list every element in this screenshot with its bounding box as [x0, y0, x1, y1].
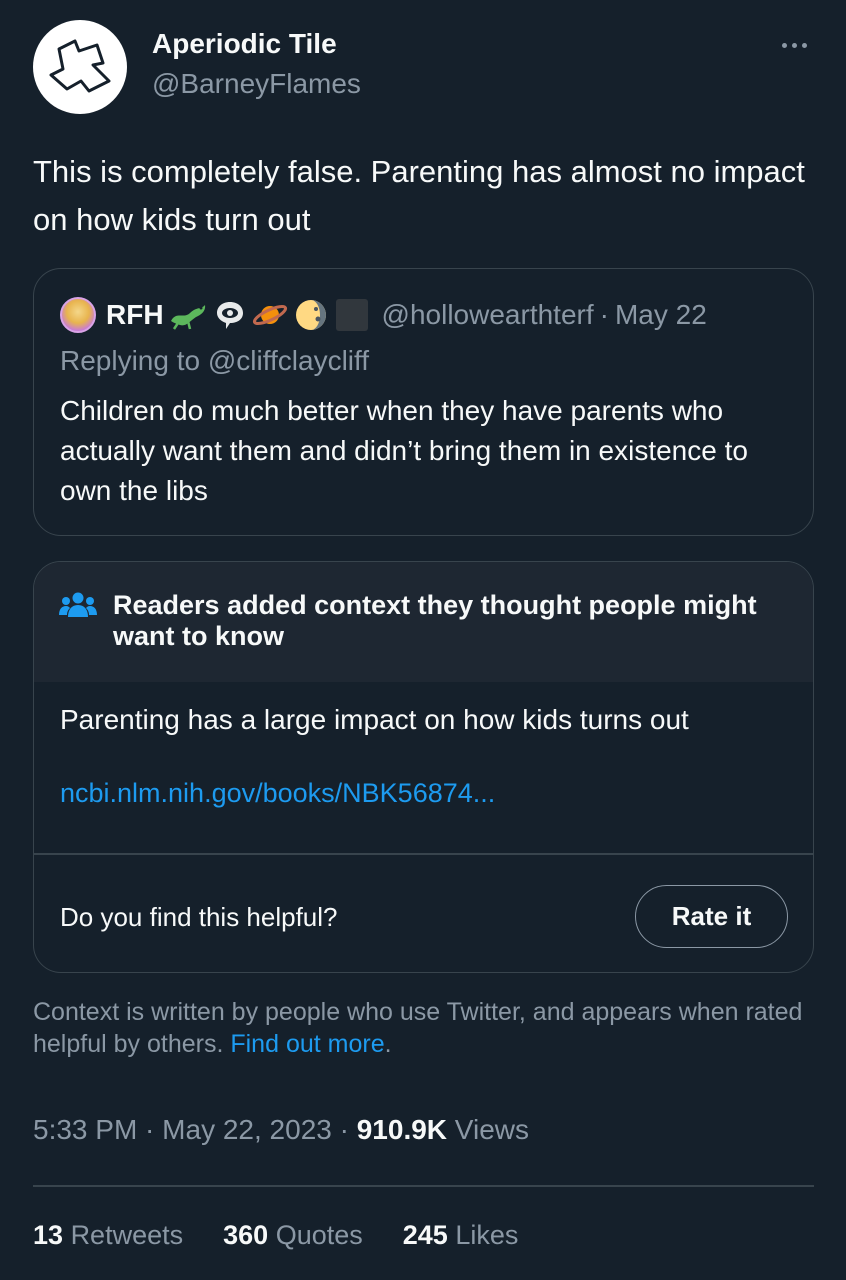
- tweet-time[interactable]: 5:33 PM: [33, 1114, 137, 1145]
- find-out-more-link[interactable]: Find out more: [230, 1030, 384, 1058]
- community-note-card: Readers added context they thought peopl…: [33, 561, 814, 973]
- likes-count: 245: [402, 1220, 448, 1250]
- community-note-body: Parenting has a large impact on how kids…: [34, 682, 813, 854]
- moon-emoji-icon: [295, 300, 326, 330]
- more-options-button[interactable]: [772, 30, 816, 60]
- views-count: 910.9K: [356, 1114, 448, 1145]
- context-info-text: Context is written by people who use Twi…: [33, 996, 823, 1060]
- quotes-label: Quotes: [275, 1220, 363, 1250]
- stats-divider: [33, 1185, 814, 1187]
- author-handle[interactable]: @BarneyFlames: [152, 68, 361, 100]
- replying-to-text[interactable]: Replying to @cliffclaycliff: [60, 345, 369, 377]
- eye-speech-bubble-emoji-icon: [216, 302, 243, 329]
- community-note-text: Parenting has a large impact on how kids…: [60, 704, 689, 735]
- meta-separator: ·: [137, 1114, 163, 1145]
- author-avatar[interactable]: [33, 20, 127, 114]
- quotes-count: 360: [223, 1220, 269, 1250]
- quoted-tweet-text: Children do much better when they have p…: [60, 395, 748, 506]
- likes-label: Likes: [455, 1220, 519, 1250]
- context-info-period: .: [384, 1030, 392, 1058]
- quoted-tweet-card[interactable]: RFH @hollowearthterf · May 22 Replying t…: [33, 268, 814, 536]
- context-info-body: Context is written by people who use Twi…: [33, 998, 803, 1058]
- community-note-source-link[interactable]: ncbi.nlm.nih.gov/books/NBK56874...: [60, 778, 495, 809]
- tweet-date[interactable]: May 22, 2023: [162, 1114, 332, 1145]
- more-dot-icon: [791, 42, 797, 48]
- community-note-title: Readers added context they thought peopl…: [113, 590, 757, 651]
- rate-it-button[interactable]: Rate it: [635, 885, 788, 948]
- quoted-date[interactable]: May 22: [615, 299, 707, 331]
- tweet-detail: Aperiodic Tile @BarneyFlames This is com…: [0, 0, 846, 1280]
- quoted-tweet-header: RFH @hollowearthterf · May 22: [60, 295, 707, 335]
- retweets-stat[interactable]: 13 Retweets: [33, 1220, 183, 1251]
- black-square-emoji-icon: [335, 299, 368, 331]
- community-note-header: Readers added context they thought peopl…: [34, 562, 813, 682]
- tweet-text: This is completely false. Parenting has …: [33, 154, 805, 237]
- quoted-separator: ·: [599, 299, 609, 330]
- quoted-author-handle[interactable]: @hollowearthterf: [382, 299, 594, 331]
- views-label: Views: [447, 1114, 529, 1145]
- helpful-question: Do you find this helpful?: [60, 902, 338, 932]
- meta-separator: ·: [331, 1114, 357, 1145]
- community-note-divider: [34, 853, 813, 855]
- quotes-stat[interactable]: 360 Quotes: [223, 1220, 363, 1251]
- ringed-planet-emoji-icon: [252, 305, 287, 325]
- lizard-emoji-icon: [170, 305, 205, 330]
- quoted-author-avatar[interactable]: [60, 297, 96, 333]
- retweets-label: Retweets: [70, 1220, 184, 1250]
- retweets-count: 13: [33, 1220, 64, 1250]
- people-icon: [59, 592, 97, 617]
- aperiodic-tile-logo-icon: [49, 39, 111, 93]
- more-dot-icon: [781, 42, 787, 48]
- engagement-stats: 13 Retweets 360 Quotes 245 Likes: [33, 1220, 518, 1251]
- author-display-name[interactable]: Aperiodic Tile: [152, 28, 337, 60]
- tweet-meta: 5:33 PM · May 22, 2023 · 910.9K Views: [33, 1114, 529, 1146]
- likes-stat[interactable]: 245 Likes: [403, 1220, 519, 1251]
- quoted-author-name[interactable]: RFH: [106, 299, 164, 331]
- more-dot-icon: [801, 42, 807, 48]
